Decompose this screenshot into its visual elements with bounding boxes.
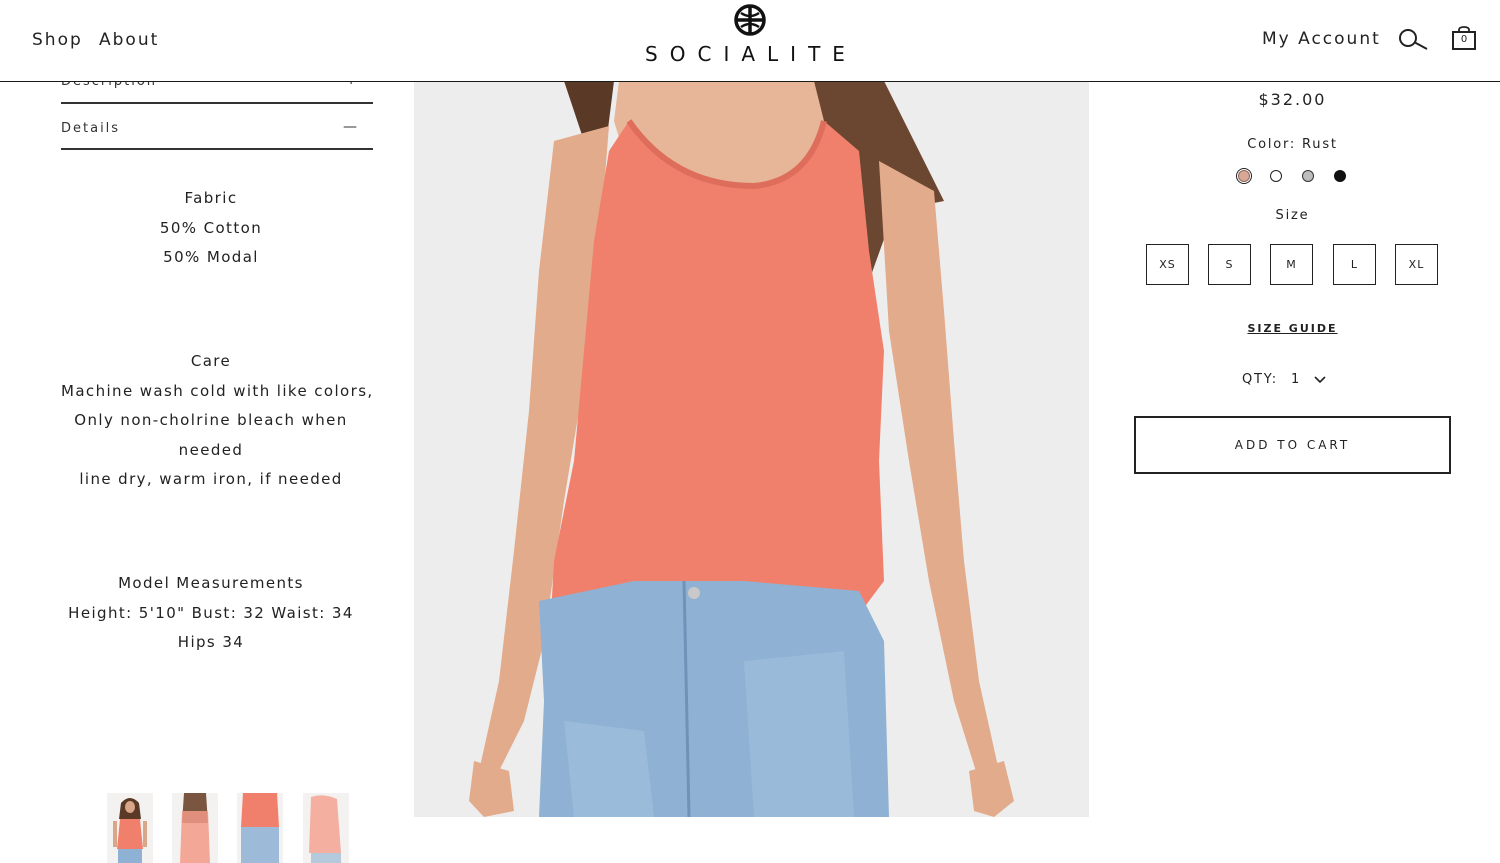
cart-button[interactable]: 0: [1451, 26, 1477, 52]
color-swatch-black[interactable]: [1334, 170, 1346, 182]
color-swatch-white[interactable]: [1270, 170, 1282, 182]
chevron-down-icon[interactable]: [1313, 375, 1327, 385]
product-thumbnail-side[interactable]: [303, 793, 349, 863]
size-option-xs[interactable]: XS: [1146, 244, 1189, 285]
fabric-title: Fabric: [184, 189, 238, 207]
color-label: Color: Rust: [1247, 137, 1338, 152]
fabric-section: Fabric 50% Cotton 50% Modal: [61, 184, 361, 273]
minus-icon: —: [343, 119, 359, 135]
size-guide-link[interactable]: SIZE GUIDE: [1134, 322, 1451, 335]
qty-label: QTY:: [1242, 372, 1278, 387]
product-main-image[interactable]: [414, 81, 1089, 817]
add-to-cart-button[interactable]: ADD TO CART: [1134, 416, 1451, 474]
care-line: line dry, warm iron, if needed: [79, 470, 343, 488]
product-thumbnail-detail[interactable]: [237, 793, 283, 863]
my-account-link[interactable]: My Account: [1262, 29, 1381, 49]
model-measurements-section: Model Measurements Height: 5'10" Bust: 3…: [61, 569, 361, 658]
logo-mark-icon[interactable]: [733, 3, 767, 37]
qty-select-value[interactable]: 1: [1291, 372, 1299, 387]
size-option-xl[interactable]: XL: [1395, 244, 1438, 285]
size-option-l[interactable]: L: [1333, 244, 1376, 285]
care-line: Machine wash cold with like colors,: [61, 381, 374, 400]
model-line: Hips 34: [177, 633, 245, 651]
product-price: $32.00: [1258, 90, 1327, 109]
size-label: Size: [1275, 208, 1310, 223]
product-thumbnail-front[interactable]: [107, 793, 153, 863]
cart-count-badge: 0: [1460, 34, 1468, 45]
search-icon[interactable]: [1397, 27, 1429, 51]
product-thumbnail-back[interactable]: [172, 793, 218, 863]
size-option-s[interactable]: S: [1208, 244, 1251, 285]
color-swatch-grey[interactable]: [1302, 170, 1314, 182]
fabric-line: 50% Modal: [163, 248, 259, 266]
model-line: Height: 5'10" Bust: 32 Waist: 34: [68, 603, 354, 622]
site-header: Shop About SOCIALITE My Account 0: [0, 0, 1500, 82]
product-photo: [414, 81, 1089, 817]
fabric-line: 50% Cotton: [159, 218, 263, 237]
nav-shop-link[interactable]: Shop: [32, 30, 83, 50]
care-title: Care: [190, 352, 232, 370]
accordion-details-label: Details: [61, 121, 121, 136]
care-section: Care Machine wash cold with like colors,…: [61, 347, 374, 495]
nav-about-link[interactable]: About: [99, 30, 159, 50]
model-title: Model Measurements: [118, 574, 304, 592]
care-line: Only non-cholrine bleach when: [74, 411, 348, 429]
logo-wordmark[interactable]: SOCIALITE: [640, 42, 862, 66]
accordion-details[interactable]: Details —: [61, 104, 373, 150]
size-option-m[interactable]: M: [1270, 244, 1313, 285]
color-swatch-rust[interactable]: [1238, 170, 1250, 182]
care-line: needed: [178, 440, 244, 459]
